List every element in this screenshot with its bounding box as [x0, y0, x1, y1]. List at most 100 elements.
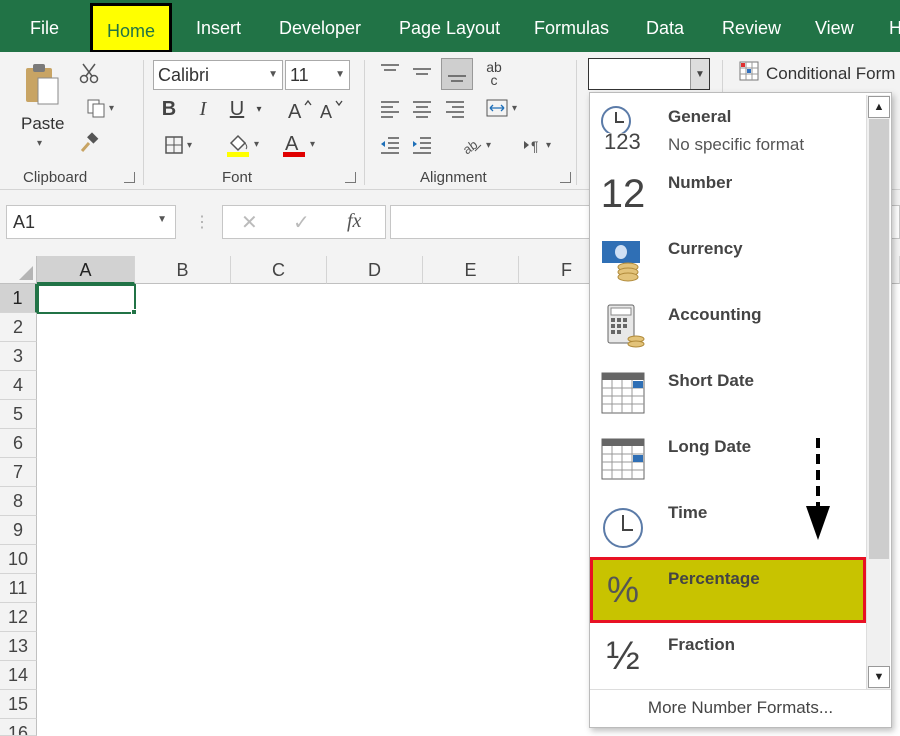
underline-chevron-down-icon[interactable]: ▾ — [252, 96, 266, 122]
paste-chevron-down-icon[interactable]: ▾ — [37, 138, 42, 149]
format-item-short-date[interactable]: Short Date — [590, 359, 866, 425]
column-header-a[interactable]: A — [37, 256, 135, 284]
tab-page-layout[interactable]: Page Layout — [399, 0, 500, 52]
svg-text:A: A — [320, 102, 332, 120]
clipboard-launcher-icon[interactable] — [124, 172, 135, 183]
tab-home[interactable]: Home — [90, 3, 173, 53]
underline-button[interactable]: U — [224, 96, 250, 122]
tab-view[interactable]: View — [815, 0, 854, 52]
scroll-up-icon[interactable]: ▲ — [868, 96, 890, 118]
row-header-2[interactable]: 2 — [0, 313, 37, 342]
column-header-d[interactable]: D — [327, 256, 423, 284]
font-size-combo[interactable]: 11 ▼ — [285, 60, 350, 90]
format-item-number[interactable]: 12 Number — [590, 161, 866, 227]
bold-button[interactable]: B — [156, 96, 182, 122]
cancel-icon[interactable]: ✕ — [241, 210, 258, 235]
row-header-14[interactable]: 14 — [0, 661, 37, 690]
fill-color-icon[interactable]: ▾ — [218, 130, 266, 158]
row-header-6[interactable]: 6 — [0, 429, 37, 458]
name-box[interactable]: A1 ▼ — [6, 205, 176, 239]
row-header-8[interactable]: 8 — [0, 487, 37, 516]
row-header-5[interactable]: 5 — [0, 400, 37, 429]
tab-insert[interactable]: Insert — [196, 0, 241, 52]
decrease-font-icon[interactable]: A — [318, 96, 346, 122]
calendar-icon — [598, 367, 648, 417]
general-format-icon: 123 — [598, 103, 648, 153]
borders-icon[interactable]: ▾ — [156, 132, 200, 158]
increase-font-icon[interactable]: A — [286, 96, 314, 122]
row-header-7[interactable]: 7 — [0, 458, 37, 487]
top-align-icon[interactable] — [376, 58, 404, 86]
insert-function-icon[interactable]: fx — [347, 210, 361, 233]
tab-data[interactable]: Data — [646, 0, 684, 52]
ribbon-separator — [364, 60, 365, 185]
text-direction-icon[interactable]: ¶ ▾ — [512, 132, 560, 158]
active-cell-a1[interactable] — [37, 284, 136, 314]
enter-icon[interactable]: ✓ — [293, 210, 310, 235]
number-format-icon: 12 — [598, 169, 648, 219]
font-group-label: Font — [222, 169, 253, 186]
conditional-formatting-label[interactable]: Conditional Form — [766, 64, 895, 84]
row-header-4[interactable]: 4 — [0, 371, 37, 400]
format-name: Number — [668, 173, 733, 192]
tab-developer[interactable]: Developer — [279, 0, 361, 52]
tab-review[interactable]: Review — [722, 0, 781, 52]
format-name: General — [668, 107, 732, 126]
align-center-icon[interactable] — [408, 96, 436, 122]
row-header-9[interactable]: 9 — [0, 516, 37, 545]
number-format-chevron-down-icon[interactable]: ▼ — [690, 59, 709, 89]
orientation-icon[interactable]: ab ▾ — [452, 132, 500, 158]
cut-icon[interactable] — [76, 60, 102, 86]
column-header-b[interactable]: B — [135, 256, 231, 284]
calendar-icon — [598, 433, 648, 483]
dropdown-scrollbar[interactable]: ▲ ▼ — [866, 95, 890, 689]
row-header-3[interactable]: 3 — [0, 342, 37, 371]
row-header-11[interactable]: 11 — [0, 574, 37, 603]
format-item-general[interactable]: 123 General No specific format — [590, 95, 866, 161]
font-launcher-icon[interactable] — [345, 172, 356, 183]
format-name: Accounting — [668, 305, 762, 324]
format-item-percentage[interactable]: % Percentage — [590, 557, 866, 623]
increase-indent-icon[interactable] — [408, 132, 436, 158]
row-header-15[interactable]: 15 — [0, 690, 37, 719]
format-item-fraction[interactable]: ½ Fraction — [590, 623, 866, 689]
bottom-align-icon[interactable] — [441, 58, 473, 90]
row-header-13[interactable]: 13 — [0, 632, 37, 661]
font-name-combo[interactable]: Calibri ▼ — [153, 60, 283, 90]
tab-formulas[interactable]: Formulas — [534, 0, 609, 52]
row-header-10[interactable]: 10 — [0, 545, 37, 574]
conditional-formatting-icon[interactable] — [738, 60, 762, 84]
wrap-text-icon[interactable]: ab c — [480, 58, 508, 90]
align-right-icon[interactable] — [441, 96, 469, 122]
select-all-button[interactable] — [0, 256, 37, 284]
row-header-16[interactable]: 16 — [0, 719, 37, 736]
font-color-icon[interactable]: A ▾ — [274, 130, 322, 158]
format-description: No specific format — [668, 135, 805, 154]
format-painter-icon[interactable] — [76, 130, 102, 156]
merge-center-icon[interactable]: ▾ — [476, 94, 526, 122]
clipboard-group-label: Clipboard — [23, 169, 88, 186]
tab-file[interactable]: File — [30, 0, 59, 52]
scroll-down-icon[interactable]: ▼ — [868, 666, 890, 688]
row-header-12[interactable]: 12 — [0, 603, 37, 632]
middle-align-icon[interactable] — [408, 58, 436, 86]
format-item-accounting[interactable]: Accounting — [590, 293, 866, 359]
decrease-indent-icon[interactable] — [376, 132, 404, 158]
name-box-chevron-down-icon[interactable]: ▼ — [157, 214, 167, 225]
row-header-1[interactable]: 1 — [0, 284, 37, 313]
copy-icon[interactable]: ▾ — [76, 96, 124, 120]
svg-text:A: A — [288, 101, 302, 120]
paste-icon[interactable] — [18, 60, 66, 110]
align-left-icon[interactable] — [376, 96, 404, 122]
alignment-launcher-icon[interactable] — [560, 172, 571, 183]
fill-handle[interactable] — [131, 309, 137, 315]
paste-button-label[interactable]: Paste — [21, 114, 64, 134]
italic-button[interactable]: I — [190, 96, 216, 122]
format-item-currency[interactable]: Currency — [590, 227, 866, 293]
more-number-formats-link[interactable]: More Number Formats... — [590, 689, 891, 727]
tab-help[interactable]: H — [889, 0, 900, 52]
column-header-c[interactable]: C — [231, 256, 327, 284]
scrollbar-thumb[interactable] — [869, 119, 889, 559]
column-header-e[interactable]: E — [423, 256, 519, 284]
alignment-group-label: Alignment — [420, 169, 487, 186]
